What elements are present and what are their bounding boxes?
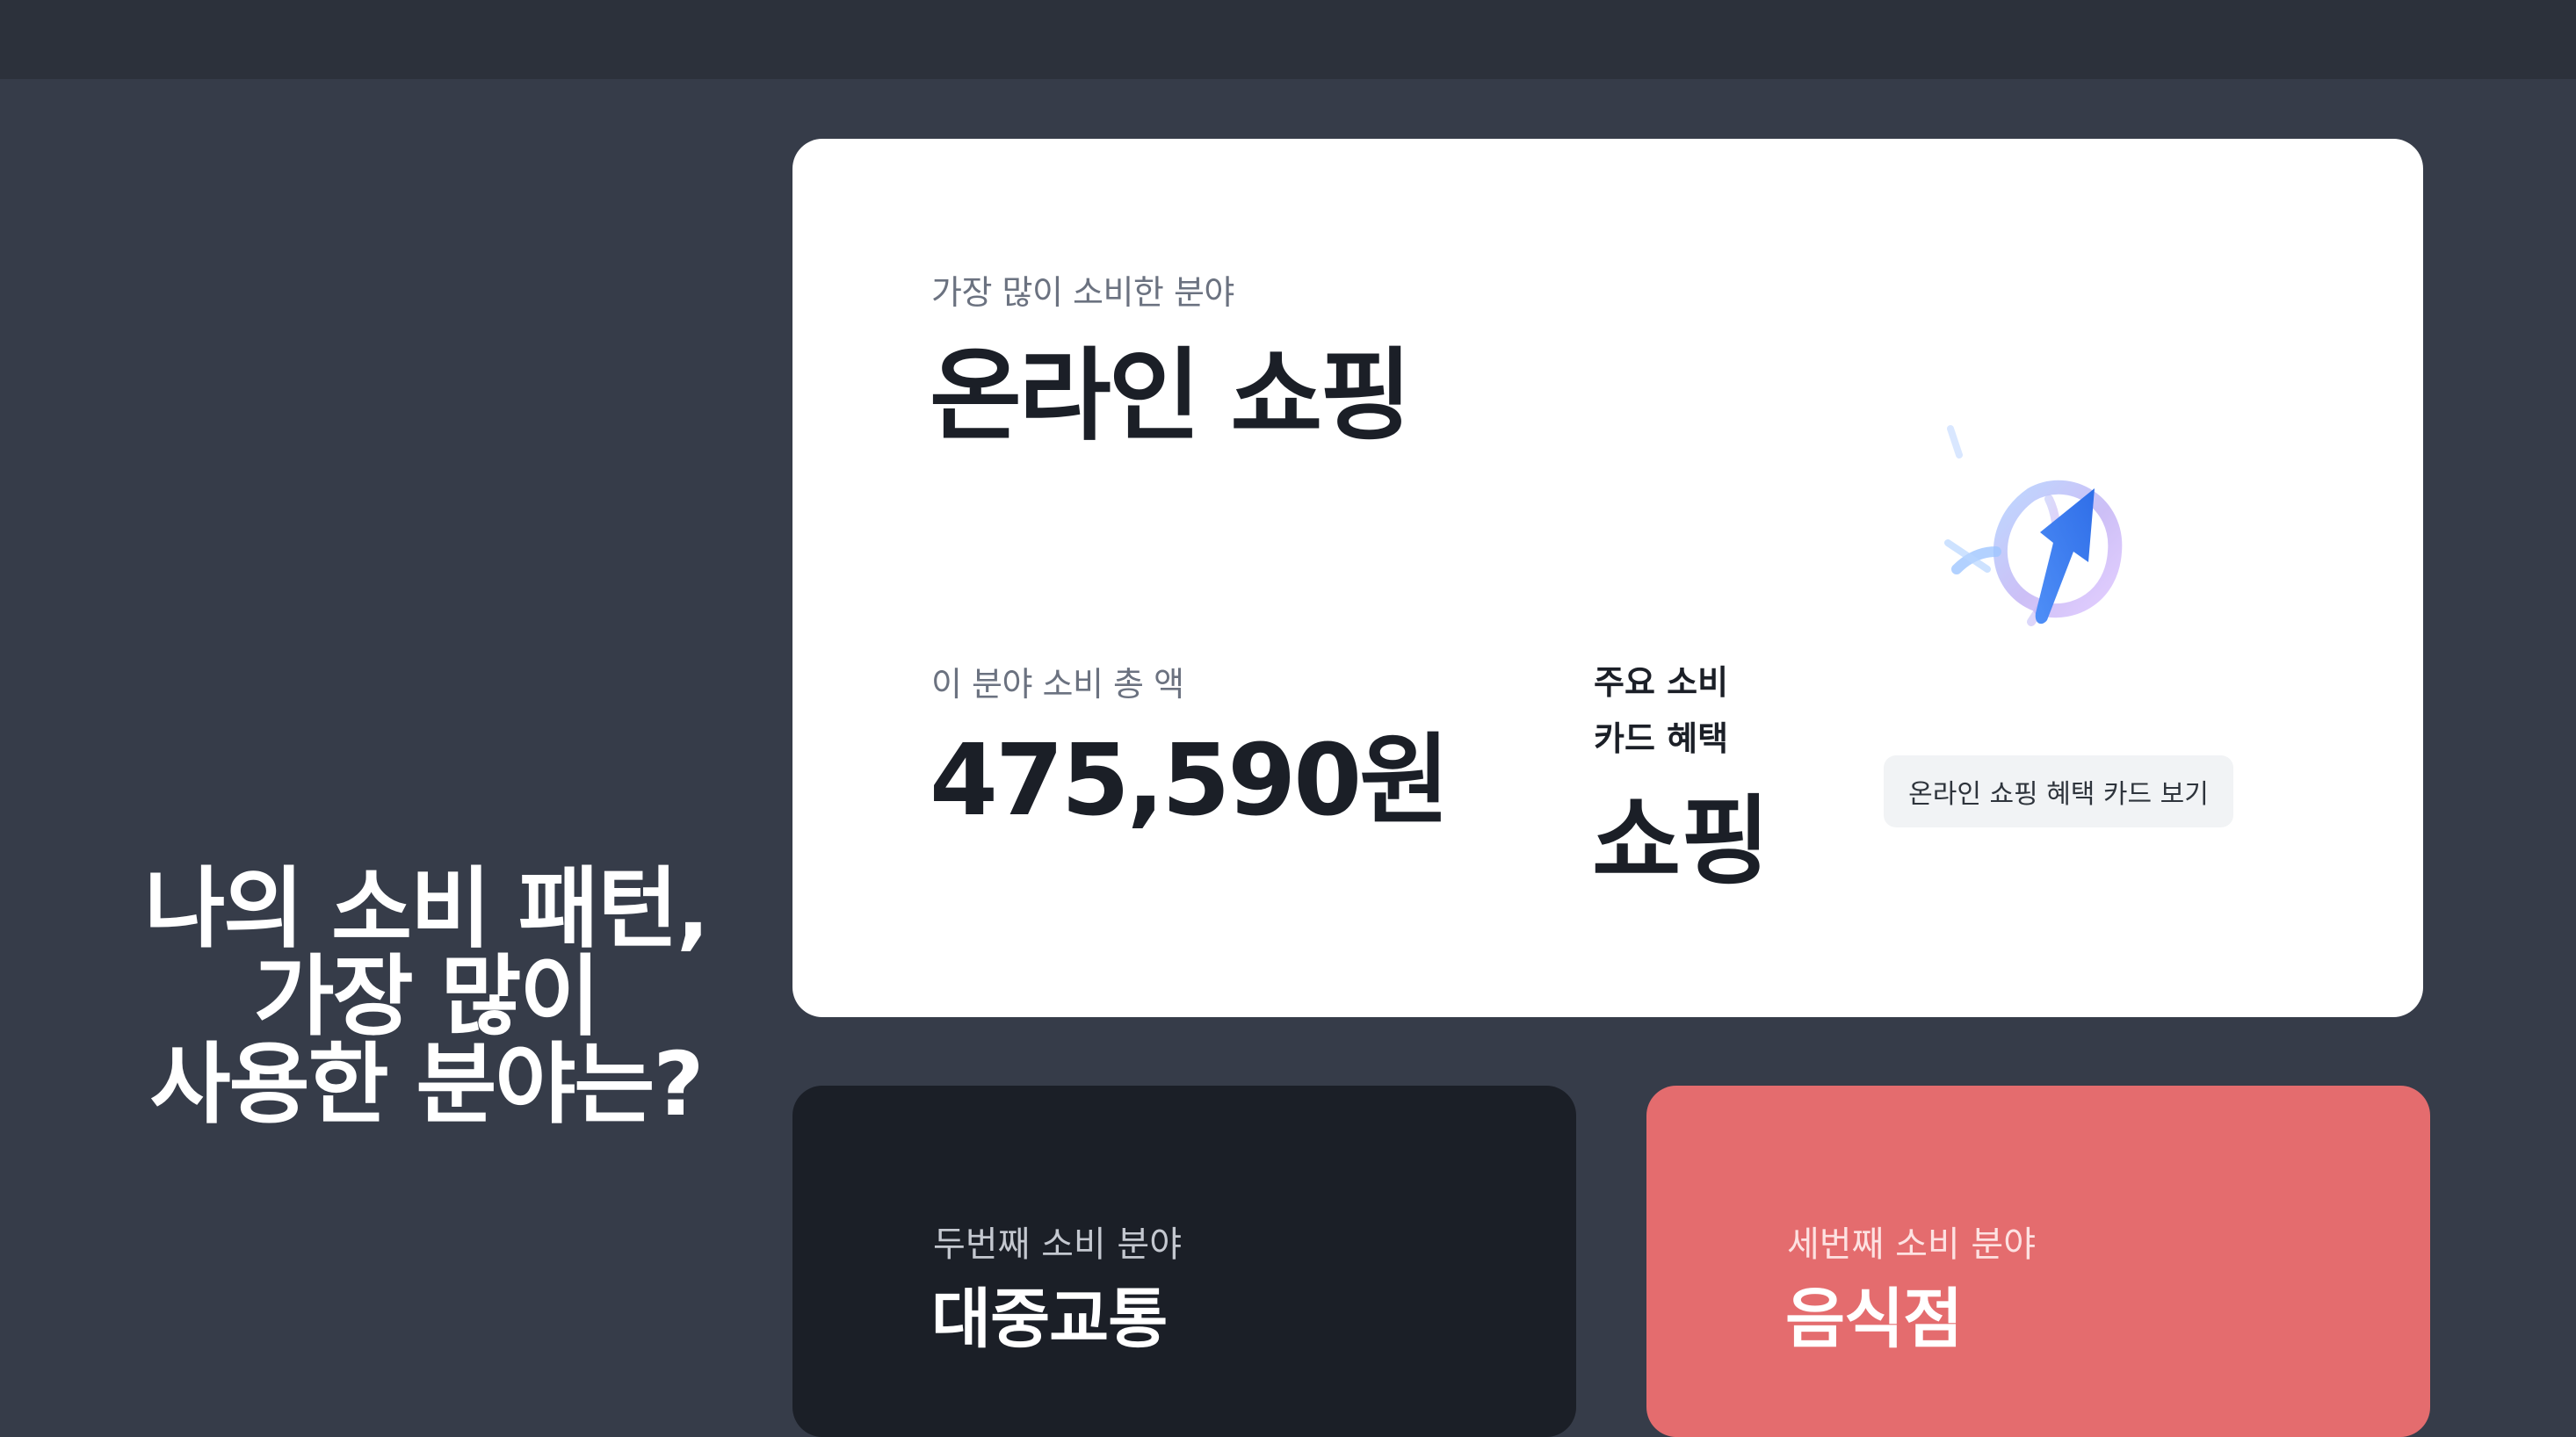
top-category-card: 가장 많이 소비한 분야 온라인 쇼핑 이 분야 소비 총 액 475,590원… [792, 139, 2423, 1017]
card-benefit-label-line2: 카드 혜택 [1594, 719, 1729, 758]
second-category-label: 두번째 소비 분야 [933, 1224, 1183, 1265]
third-category-card: 세번째 소비 분야 음식점 [1646, 1086, 2430, 1437]
card-benefit-value: 쇼핑 [1592, 785, 1770, 898]
headline-line-3: 사용한 분야는? [149, 1033, 705, 1136]
headline-line-1: 나의 소비 패턴, [144, 857, 710, 960]
top-category-label: 가장 많이 소비한 분야 [931, 273, 1234, 312]
total-spend-label: 이 분야 소비 총 액 [931, 665, 1184, 704]
total-spend-value: 475,590원 [930, 724, 1450, 838]
top-category-value: 온라인 쇼핑 [930, 337, 1412, 454]
view-benefit-cards-button[interactable]: 온라인 쇼핑 혜택 카드 보기 [1884, 755, 2233, 827]
second-category-value: 대중교통 [931, 1282, 1168, 1357]
headline-line-2: 가장 많이 [253, 945, 601, 1048]
top-navigation-bar [0, 0, 2576, 79]
card-benefit-label-line1: 주요 소비 [1594, 663, 1729, 702]
second-category-card: 두번째 소비 분야 대중교통 [792, 1086, 1576, 1437]
trending-arrow-icon [1908, 420, 2172, 701]
third-category-label: 세번째 소비 분야 [1787, 1224, 2037, 1265]
third-category-value: 음식점 [1785, 1282, 1963, 1357]
page-headline: 나의 소비 패턴, 가장 많이 사용한 분야는? [79, 865, 773, 1129]
